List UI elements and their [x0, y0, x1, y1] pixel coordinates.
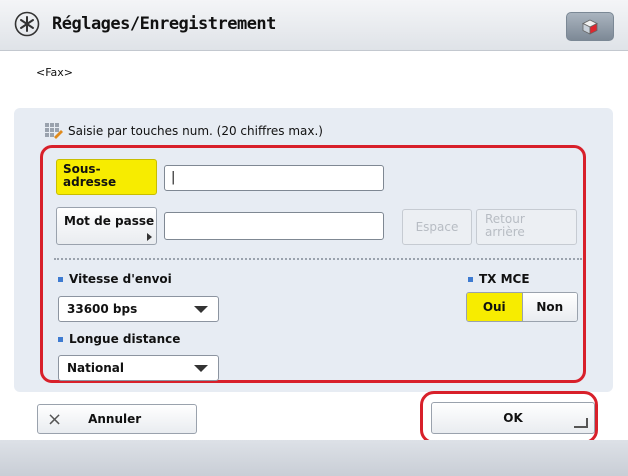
bullet-icon [468, 276, 473, 282]
ecm-on-button[interactable]: Oui [467, 293, 522, 321]
keypad-icon [45, 123, 63, 139]
backspace-button[interactable]: Retour arrière [476, 209, 577, 245]
divider [54, 258, 582, 260]
space-label: Espace [415, 220, 459, 234]
input-hint: Saisie par touches num. (20 chiffres max… [44, 122, 323, 140]
bullet-icon [58, 336, 63, 342]
password-label: Mot de passe [64, 214, 155, 228]
chevron-down-icon [194, 306, 208, 313]
close-icon: × [47, 408, 63, 430]
page-title: Réglages/Enregistrement [52, 14, 276, 34]
ecm-off-button[interactable]: Non [521, 293, 577, 321]
backspace-label: Retour arrière [485, 212, 525, 239]
speed-select[interactable]: 33600 bps [58, 296, 219, 322]
status-button[interactable] [566, 12, 614, 41]
hint-text: Saisie par touches num. (20 chiffres max… [68, 124, 323, 138]
cancel-label: Annuler [88, 412, 142, 426]
distance-label: Longue distance [58, 332, 180, 346]
bullet-icon [58, 276, 63, 282]
speed-label: Vitesse d'envoi [58, 272, 172, 286]
cube-icon [582, 19, 598, 35]
space-button[interactable]: Espace [402, 209, 472, 245]
password-button[interactable]: Mot de passe [56, 207, 157, 245]
ecm-toggle: Oui Non [466, 292, 578, 322]
footer-bar [0, 440, 628, 476]
password-input[interactable] [164, 212, 384, 240]
chevron-down-icon [194, 365, 208, 372]
subaddress-button[interactable]: Sous- adresse [56, 159, 157, 195]
distance-value: National [67, 361, 124, 375]
subaddress-input[interactable]: | [164, 165, 384, 191]
speed-value: 33600 bps [67, 302, 138, 316]
distance-select[interactable]: National [58, 355, 219, 381]
cancel-button[interactable]: × Annuler [37, 404, 197, 434]
subaddress-label: Sous- adresse [63, 162, 117, 189]
ok-highlight-frame [420, 391, 598, 444]
breadcrumb: <Fax> [36, 66, 74, 79]
ecm-label: TX MCE [468, 272, 530, 286]
settings-star-icon [14, 11, 40, 37]
title-bar: Réglages/Enregistrement [0, 0, 628, 51]
corner-arrow-icon [147, 233, 152, 241]
